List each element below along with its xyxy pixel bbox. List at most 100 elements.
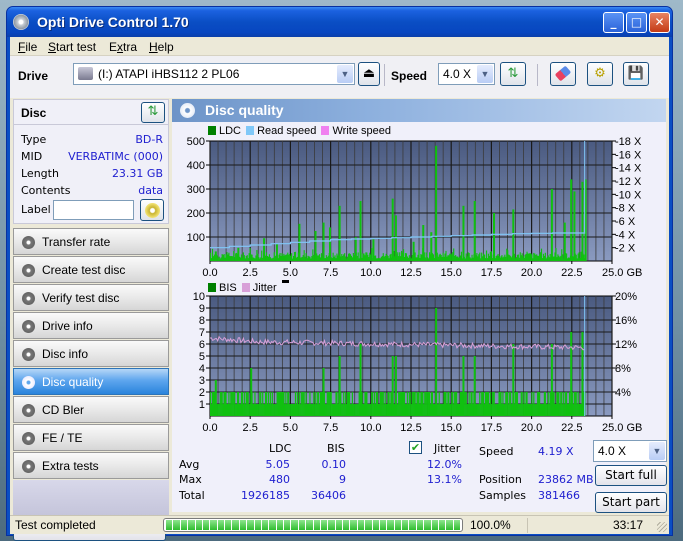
disc-label-input[interactable] (53, 200, 134, 220)
start-part-button[interactable]: Start part (595, 492, 667, 513)
status-bar: Test completed 100.0% 33:17 (10, 515, 669, 534)
menu-bar: File Start test Extra Help (10, 37, 669, 56)
avg-label: Avg (179, 458, 200, 471)
refresh-button[interactable]: ⇅ (500, 62, 526, 86)
test-speed-select[interactable]: 4.0 X ▼ (593, 440, 667, 462)
nav-disc-quality[interactable]: Disc quality (13, 368, 169, 395)
progress-segment (453, 520, 460, 530)
disc-panel: Disc ⇅ Type BD-R MID VERBATIMc (000) Len… (13, 99, 169, 224)
window-title: Opti Drive Control 1.70 (37, 14, 189, 30)
nav-drive-info[interactable]: Drive info (13, 312, 169, 339)
position-value: 23862 MB (538, 473, 594, 486)
progress-segment (166, 520, 173, 530)
progress-bar (163, 518, 463, 532)
toolbar-divider (384, 64, 385, 86)
bis-spike (338, 356, 341, 416)
ldc-spike (573, 191, 576, 261)
menu-extra-label: tra (123, 40, 138, 54)
app-window: Opti Drive Control 1.70 _ □ ✕ File Start… (6, 6, 673, 541)
progress-segment (298, 520, 306, 530)
ldc-spike (314, 231, 317, 261)
x-tick-label: 0.0 (202, 422, 217, 434)
disc-refresh-button[interactable]: ⇅ (141, 102, 165, 123)
total-label: Total (179, 489, 205, 502)
minimize-button[interactable]: _ (603, 12, 624, 33)
ldc-spike (354, 237, 357, 261)
drive-icon (78, 67, 93, 80)
nav-transfer-rate[interactable]: Transfer rate (13, 228, 169, 255)
disc-type-label: Type (21, 133, 47, 146)
drive-select[interactable]: (I:) ATAPI iHBS112 2 PL06 ▼ (73, 63, 355, 85)
menu-help[interactable]: Help (149, 40, 174, 54)
y-tick-label-right: 16% (615, 315, 637, 327)
resize-grip[interactable] (657, 522, 667, 532)
nav-label: Disc info (42, 347, 89, 361)
disc-contents-label: Contents (21, 184, 71, 197)
speed-select[interactable]: 4.0 X ▼ (438, 63, 495, 85)
y-tick-label-left: 9 (199, 303, 205, 315)
y-tick-label-left: 200 (187, 208, 205, 220)
total-ldc: 1926185 (241, 489, 290, 502)
progress-segment (261, 520, 269, 530)
nav-label: Verify test disc (42, 291, 120, 305)
disc-mid-label: MID (21, 150, 43, 163)
y-tick-label-left: 3 (199, 375, 205, 387)
ldc-spike (512, 209, 515, 261)
y-tick-label-left: 400 (187, 160, 205, 172)
nav-create-test-disc[interactable]: Create test disc (13, 256, 169, 283)
bis-chart: 10987654321 20% 16% 12% 8% 4% 0.0 2.5 5.0 7.5 10.0… (193, 291, 643, 434)
start-full-button[interactable]: Start full (595, 465, 667, 486)
panel-header: Disc quality (172, 99, 666, 122)
x-tick-label: 12.5 (400, 267, 421, 279)
nav-disc-info[interactable]: Disc info (13, 340, 169, 367)
drive-label: Drive (18, 69, 49, 83)
bis-spike (462, 356, 465, 416)
disc-info-icon (22, 348, 35, 361)
extra-tests-icon (22, 460, 35, 473)
jitter-checkbox[interactable]: ✔ (409, 441, 422, 454)
progress-segment (247, 520, 254, 530)
progress-segment (210, 520, 217, 530)
menu-start-test[interactable]: Start test (48, 40, 96, 54)
chevron-down-icon[interactable]: ▼ (477, 65, 493, 83)
y-tick-label-right: -6 X (615, 216, 636, 228)
progress-segment (402, 520, 409, 530)
close-button[interactable]: ✕ (649, 12, 670, 33)
progress-segment (217, 520, 224, 530)
bis-spike (391, 356, 394, 416)
stat-col-ldc: LDC (269, 442, 292, 455)
disc-label-button[interactable] (140, 199, 164, 221)
ldc-chart: 500 400 300 200 100 -18 X-16 X -14 X-12 X-10 X… (187, 136, 643, 279)
progress-segment (313, 520, 320, 530)
menu-file[interactable]: File (18, 40, 37, 54)
nav-fe-te[interactable]: FE / TE (13, 424, 169, 451)
y-tick-label-left: 300 (187, 184, 205, 196)
bis-spike (359, 344, 362, 416)
y-tick-label-left: 8 (199, 315, 205, 327)
x-tick-label: 17.5 (481, 422, 502, 434)
title-bar[interactable]: Opti Drive Control 1.70 _ □ ✕ (7, 7, 672, 37)
menu-start-test-accel: S (48, 40, 57, 54)
fe-te-icon (22, 432, 35, 445)
chevron-down-icon[interactable]: ▼ (649, 442, 665, 460)
ldc-spike (581, 181, 584, 261)
disc-quality-icon (180, 103, 195, 118)
chevron-down-icon[interactable]: ▼ (337, 65, 353, 83)
nav-label: Drive info (42, 319, 93, 333)
progress-segment (232, 520, 239, 530)
ldc-spike (473, 201, 476, 261)
eject-button[interactable]: ⏏ (358, 62, 380, 86)
nav-cd-bler[interactable]: CD Bler (13, 396, 169, 423)
y-tick-label-right: -12 X (615, 176, 642, 188)
legend-marker (281, 280, 289, 283)
nav-verify-test-disc[interactable]: Verify test disc (13, 284, 169, 311)
write-speed-swatch (321, 126, 330, 135)
ldc-swatch (208, 126, 216, 135)
settings-button[interactable]: ⚙ (587, 62, 613, 86)
menu-extra[interactable]: Extra (109, 40, 137, 54)
erase-button[interactable] (550, 62, 576, 86)
nav-extra-tests[interactable]: Extra tests (13, 452, 169, 479)
disc-quality-panel: Disc quality LDC Read speed Write speed … (172, 99, 667, 513)
save-button[interactable]: 💾 (623, 62, 649, 86)
maximize-button[interactable]: □ (626, 12, 647, 33)
